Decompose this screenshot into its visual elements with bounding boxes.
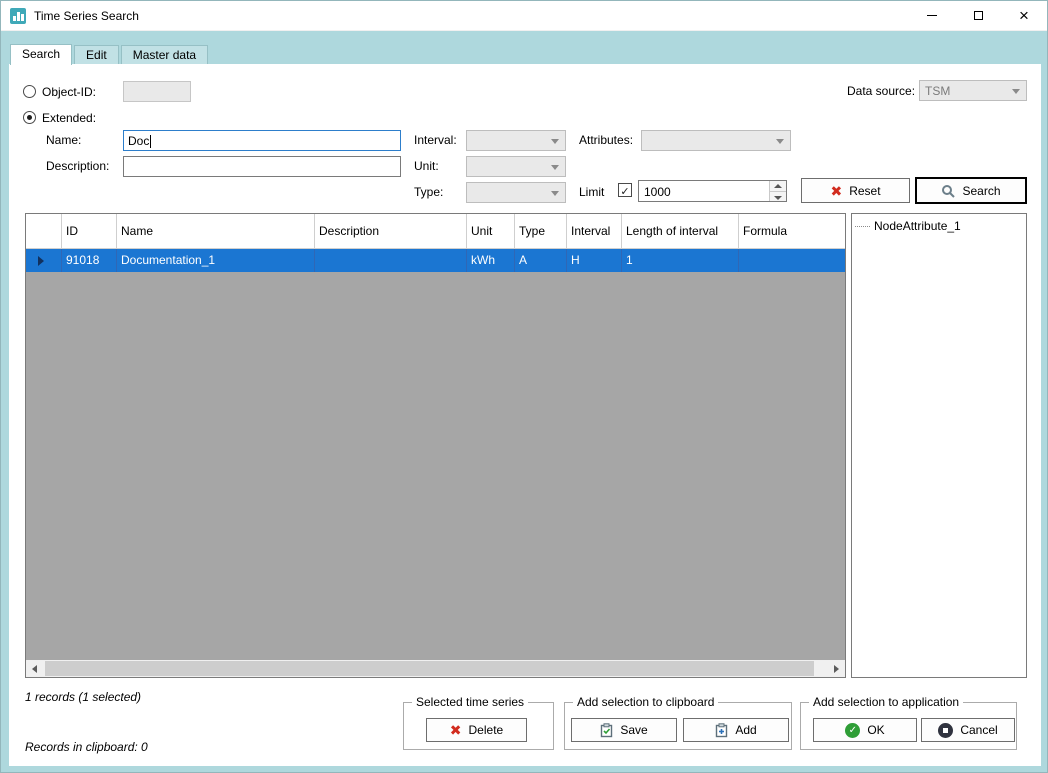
reset-button[interactable]: ✖ Reset: [801, 178, 910, 203]
clipboard-status-text: Records in clipboard: 0: [25, 740, 148, 754]
data-source-label: Data source:: [847, 84, 915, 98]
maximize-icon: [974, 11, 983, 20]
cell-description[interactable]: [315, 249, 467, 272]
extended-label: Extended:: [42, 111, 96, 125]
time-series-search-window: Time Series Search × Search Edit Master …: [0, 0, 1048, 773]
chevron-right-icon: [834, 665, 839, 673]
spinner-buttons: [769, 181, 786, 201]
description-label: Description:: [46, 159, 109, 173]
current-row-arrow-icon: [38, 256, 44, 266]
close-button[interactable]: ×: [1001, 1, 1047, 30]
check-icon: ✓: [620, 186, 629, 198]
tab-search[interactable]: Search: [10, 44, 72, 65]
scroll-thumb[interactable]: [45, 661, 814, 676]
tab-edit[interactable]: Edit: [74, 45, 119, 64]
column-header-type[interactable]: Type: [515, 214, 567, 248]
type-label: Type:: [414, 185, 443, 199]
results-grid: ID Name Description Unit Type Interval L…: [25, 213, 846, 678]
unit-select[interactable]: [466, 156, 566, 177]
object-id-label: Object-ID:: [42, 85, 96, 99]
add-to-clipboard-group-title: Add selection to clipboard: [573, 695, 718, 709]
column-header-description[interactable]: Description: [315, 214, 467, 248]
minimize-button[interactable]: [909, 1, 955, 30]
column-header-unit[interactable]: Unit: [467, 214, 515, 248]
delete-button[interactable]: ✖ Delete: [426, 718, 527, 742]
save-clipboard-icon: [600, 723, 613, 738]
name-label: Name:: [46, 133, 81, 147]
row-selector-header: [26, 214, 62, 248]
cancel-stop-icon: [938, 723, 953, 738]
chevron-left-icon: [32, 665, 37, 673]
cell-id[interactable]: 91018: [62, 249, 117, 272]
data-source-select[interactable]: TSM: [919, 80, 1027, 101]
tab-master-data[interactable]: Master data: [121, 45, 208, 64]
add-clipboard-icon: [715, 723, 728, 738]
column-header-interval[interactable]: Interval: [567, 214, 622, 248]
chevron-up-icon: [774, 184, 782, 188]
node-attribute-tree: NodeAttribute_1: [851, 213, 1027, 678]
attributes-label: Attributes:: [579, 133, 633, 147]
limit-spinner[interactable]: 1000: [638, 180, 787, 202]
text-caret: [150, 135, 151, 148]
unit-label: Unit:: [414, 159, 439, 173]
add-button[interactable]: Add: [683, 718, 789, 742]
object-id-radio[interactable]: [23, 85, 36, 98]
horizontal-scrollbar[interactable]: [26, 660, 845, 677]
column-header-formula[interactable]: Formula: [739, 214, 845, 248]
row-selector-cell[interactable]: [26, 249, 62, 272]
scroll-right-button[interactable]: [828, 660, 845, 677]
spinner-up-button[interactable]: [770, 181, 786, 191]
cell-length-of-interval[interactable]: 1: [622, 249, 739, 272]
magnifier-icon: [941, 184, 955, 198]
limit-label: Limit: [579, 185, 604, 199]
tree-item-nodeattribute[interactable]: NodeAttribute_1: [855, 219, 1023, 233]
tree-branch-line: [855, 226, 870, 227]
scroll-left-button[interactable]: [26, 660, 43, 677]
search-tab-panel: Object-ID: Data source: TSM Extended: Na…: [9, 64, 1041, 766]
records-status-text: 1 records (1 selected): [25, 690, 141, 704]
selected-time-series-group-title: Selected time series: [412, 695, 528, 709]
minimize-icon: [927, 15, 937, 16]
maximize-button[interactable]: [955, 1, 1001, 30]
cell-unit[interactable]: kWh: [467, 249, 515, 272]
window-title: Time Series Search: [34, 9, 139, 23]
cell-interval[interactable]: H: [567, 249, 622, 272]
extended-radio[interactable]: [23, 111, 36, 124]
save-button[interactable]: Save: [571, 718, 677, 742]
cell-type[interactable]: A: [515, 249, 567, 272]
object-id-input[interactable]: [123, 81, 191, 102]
column-header-name[interactable]: Name: [117, 214, 315, 248]
ok-check-icon: ✓: [845, 723, 860, 738]
description-field[interactable]: [123, 156, 401, 177]
close-icon: ×: [1019, 7, 1029, 24]
chevron-down-icon: [774, 196, 782, 200]
cell-name[interactable]: Documentation_1: [117, 249, 315, 272]
tab-strip: Search Edit Master data: [10, 44, 210, 64]
add-to-application-group-title: Add selection to application: [809, 695, 963, 709]
window-titlebar: Time Series Search ×: [1, 1, 1047, 31]
limit-checkbox[interactable]: ✓: [618, 183, 632, 197]
interval-select[interactable]: [466, 130, 566, 151]
interval-label: Interval:: [414, 133, 457, 147]
grid-header-row: ID Name Description Unit Type Interval L…: [26, 214, 845, 249]
app-chart-icon: [10, 8, 26, 24]
name-field[interactable]: Doc: [123, 130, 401, 151]
table-row[interactable]: 91018 Documentation_1 kWh A H 1: [26, 249, 845, 272]
spinner-down-button[interactable]: [770, 191, 786, 202]
cancel-button[interactable]: Cancel: [921, 718, 1015, 742]
column-header-length-of-interval[interactable]: Length of interval: [622, 214, 739, 248]
search-button[interactable]: Search: [915, 177, 1027, 204]
reset-x-icon: ✖: [830, 184, 842, 198]
delete-x-icon: ✖: [450, 723, 462, 737]
cell-formula[interactable]: [739, 249, 845, 272]
column-header-id[interactable]: ID: [62, 214, 117, 248]
type-select[interactable]: [466, 182, 566, 203]
ok-button[interactable]: ✓ OK: [813, 718, 917, 742]
attributes-select[interactable]: [641, 130, 791, 151]
window-controls: ×: [909, 1, 1047, 30]
